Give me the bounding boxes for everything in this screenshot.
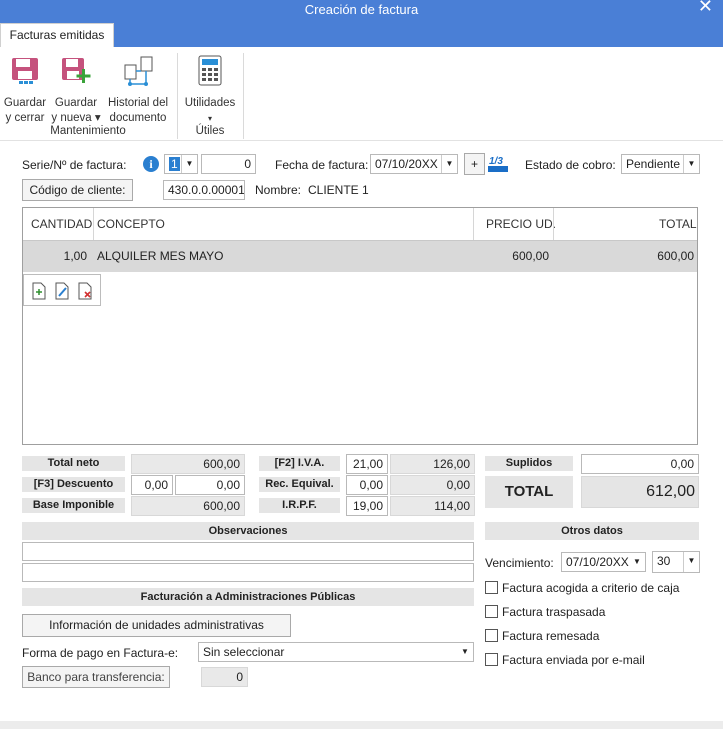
iva-label: [F2] I.V.A.	[259, 456, 340, 471]
status-bar	[0, 721, 723, 729]
irpf-value: 114,00	[390, 496, 475, 516]
total-value: 612,00	[581, 476, 699, 508]
vencimiento-input[interactable]: 07/10/20XX ▼	[561, 552, 646, 572]
fecha-factura-input[interactable]: 07/10/20XX ▼	[370, 154, 458, 174]
base-imponible-value: 600,00	[131, 496, 245, 516]
guardar-cerrar-button[interactable]: Guardar y cerrar	[2, 55, 48, 126]
col-cantidad[interactable]: CANTIDAD	[31, 208, 92, 240]
iva-pct-input[interactable]: 21,00	[346, 454, 388, 474]
total-label: TOTAL	[485, 476, 573, 508]
iva-value: 126,00	[390, 454, 475, 474]
save-close-icon	[2, 55, 48, 92]
total-neto-label: Total neto	[22, 456, 125, 471]
serie-select[interactable]: 1 ▼	[164, 154, 198, 174]
total-neto-value: 600,00	[131, 454, 245, 474]
nombre-label: Nombre:	[255, 183, 302, 197]
cell-total: 600,00	[657, 249, 694, 263]
suplidos-label: Suplidos	[485, 456, 573, 471]
label-remesada: Factura remesada	[502, 629, 600, 643]
group-mantenimiento: Mantenimiento	[50, 125, 126, 137]
serie-label: Serie/Nº de factura:	[22, 158, 127, 172]
cell-precio: 600,00	[512, 249, 549, 263]
document-history-icon	[104, 55, 172, 92]
col-total[interactable]: TOTAL	[659, 208, 697, 240]
info-unidades-button[interactable]: Información de unidades administrativas	[22, 614, 291, 637]
historial-documento-button[interactable]: Historial del documento	[104, 55, 172, 126]
banco-value: 0	[201, 667, 248, 687]
label-criterio-caja: Factura acogida a criterio de caja	[502, 581, 680, 595]
group-utiles: Útiles	[195, 125, 225, 137]
irpf-pct-input[interactable]: 19,00	[346, 496, 388, 516]
svg-text:1/3: 1/3	[489, 156, 503, 167]
vencimiento-label: Vencimiento:	[485, 556, 554, 570]
fecha-label: Fecha de factura:	[275, 158, 369, 172]
plus-button[interactable]: +	[464, 153, 485, 175]
descuento-pct-input[interactable]: 0,00	[131, 475, 173, 495]
rec-value: 0,00	[390, 475, 475, 495]
checkbox-remesada[interactable]	[485, 629, 498, 642]
window-title: Creación de factura	[304, 2, 419, 17]
nombre-value: CLIENTE 1	[308, 183, 369, 197]
delete-line-icon[interactable]	[77, 282, 93, 303]
ribbon: Guardar y cerrar Guardar y nueva ▾ Histo…	[0, 47, 723, 141]
observaciones-header: Observaciones	[22, 522, 474, 540]
rec-pct-input[interactable]: 0,00	[346, 475, 388, 495]
cell-cantidad: 1,00	[63, 249, 87, 263]
lines-grid[interactable]: CANTIDAD CONCEPTO PRECIO UD. TOTAL 1,00 …	[22, 207, 698, 445]
codigo-cliente-button[interactable]: Código de cliente:	[22, 179, 133, 201]
forma-pago-label: Forma de pago en Factura-e:	[22, 646, 179, 660]
calculator-icon	[182, 55, 238, 92]
line-toolbar	[23, 274, 101, 306]
dias-select[interactable]: 30 ▼	[652, 551, 700, 573]
guardar-nueva-button[interactable]: Guardar y nueva ▾	[51, 55, 101, 126]
edit-line-icon[interactable]	[54, 282, 70, 303]
tab-facturas-emitidas[interactable]: Facturas emitidas	[0, 23, 114, 47]
save-new-icon	[51, 55, 101, 92]
chevron-down-icon: ▼	[441, 155, 457, 173]
banco-transferencia-button[interactable]: Banco para transferencia:	[22, 666, 170, 688]
checkbox-criterio-caja[interactable]	[485, 581, 498, 594]
cell-concepto: ALQUILER MES MAYO	[97, 249, 224, 263]
close-icon[interactable]: ✕	[698, 0, 713, 17]
irpf-label: I.R.P.F.	[259, 498, 340, 513]
estado-cobro-label: Estado de cobro:	[525, 158, 616, 172]
checkbox-enviada-email[interactable]	[485, 653, 498, 666]
col-concepto[interactable]: CONCEPTO	[97, 208, 165, 240]
rec-equival-label: Rec. Equival.	[259, 477, 340, 492]
observaciones-input-1[interactable]	[22, 542, 474, 561]
col-precio[interactable]: PRECIO UD.	[486, 208, 556, 240]
utilidades-button[interactable]: Utilidades ▾	[182, 55, 238, 126]
chevron-down-icon: ▼	[683, 552, 699, 572]
descuento-input[interactable]: 0,00	[175, 475, 245, 495]
forma-pago-select[interactable]: Sin seleccionar ▼	[198, 642, 474, 662]
chevron-down-icon: ▼	[633, 557, 641, 566]
info-icon[interactable]: i	[143, 156, 159, 172]
descuento-label: [F3] Descuento	[22, 477, 125, 492]
label-traspasada: Factura traspasada	[502, 605, 606, 619]
ribbon-separator	[243, 53, 244, 139]
otros-datos-header: Otros datos	[485, 522, 699, 540]
facturacion-header: Facturación a Administraciones Públicas	[22, 588, 474, 606]
checkbox-traspasada[interactable]	[485, 605, 498, 618]
suplidos-input[interactable]: 0,00	[581, 454, 699, 474]
label-enviada-email: Factura enviada por e-mail	[502, 653, 645, 667]
numero-factura-input[interactable]: 0	[201, 154, 256, 174]
codigo-cliente-input[interactable]: 430.0.0.00001	[163, 180, 245, 200]
table-row[interactable]: 1,00 ALQUILER MES MAYO 600,00 600,00	[23, 240, 697, 272]
a3-logo-icon[interactable]: 1/3	[487, 153, 509, 175]
base-imponible-label: Base Imponible	[22, 498, 125, 513]
observaciones-input-2[interactable]	[22, 563, 474, 582]
new-line-icon[interactable]	[31, 282, 47, 303]
chevron-down-icon: ▼	[683, 155, 699, 173]
estado-cobro-select[interactable]: Pendiente ▼	[621, 154, 700, 174]
chevron-down-icon: ▼	[461, 647, 469, 656]
chevron-down-icon: ▼	[181, 155, 197, 173]
